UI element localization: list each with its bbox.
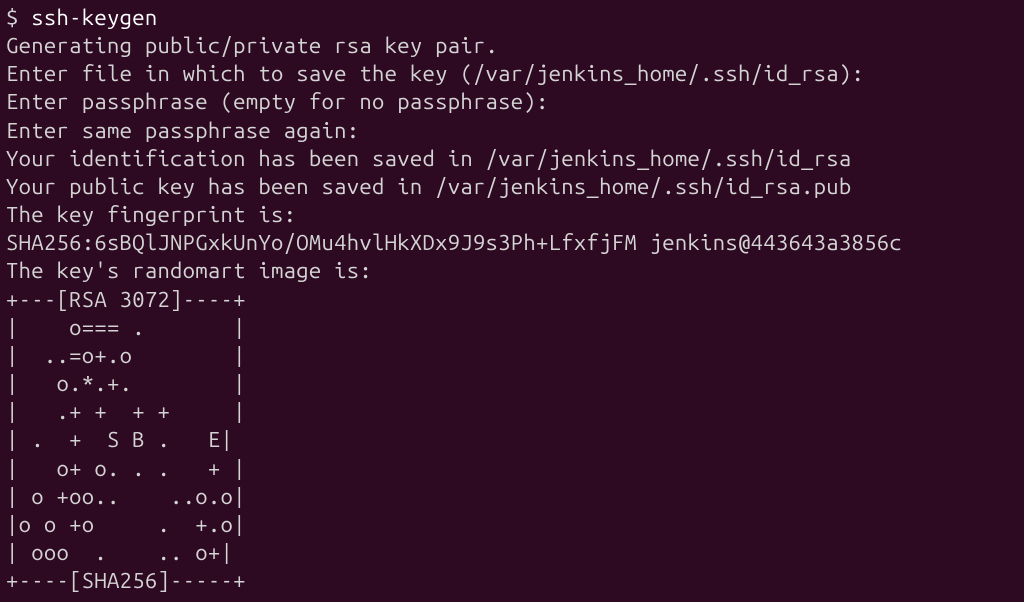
output-line: SHA256:6sBQlJNPGxkUnYo/OMu4hvlHkXDx9J9s3… [6, 230, 902, 255]
randomart-line: +---[RSA 3072]----+ [6, 287, 246, 312]
output-line: Enter file in which to save the key (/va… [6, 61, 864, 86]
randomart-line: | o+ o. . . + | [6, 456, 246, 481]
randomart-line: | . + S B . E| [6, 427, 233, 452]
shell-prompt: $ [6, 5, 31, 30]
randomart-line: | .+ + + + | [6, 399, 246, 424]
randomart-line: | ..=o+.o | [6, 343, 246, 368]
randomart-line: | o=== . | [6, 315, 246, 340]
command-input: ssh-keygen [31, 5, 157, 30]
randomart-line: | o.*.+. | [6, 371, 246, 396]
output-line: Your identification has been saved in /v… [6, 146, 852, 171]
output-line: Generating public/private rsa key pair. [6, 33, 498, 58]
output-line: Enter passphrase (empty for no passphras… [6, 89, 549, 114]
randomart-line: | ooo . .. o+| [6, 540, 233, 565]
output-line: Enter same passphrase again: [6, 118, 359, 143]
randomart-line: | o +oo.. ..o.o| [6, 484, 246, 509]
output-line: The key fingerprint is: [6, 202, 296, 227]
output-line: The key's randomart image is: [6, 258, 372, 283]
output-line: Your public key has been saved in /var/j… [6, 174, 852, 199]
randomart-line: |o o +o . +.o| [6, 512, 246, 537]
randomart-line: +----[SHA256]-----+ [6, 568, 246, 593]
terminal-output[interactable]: $ ssh-keygen Generating public/private r… [6, 4, 1018, 595]
